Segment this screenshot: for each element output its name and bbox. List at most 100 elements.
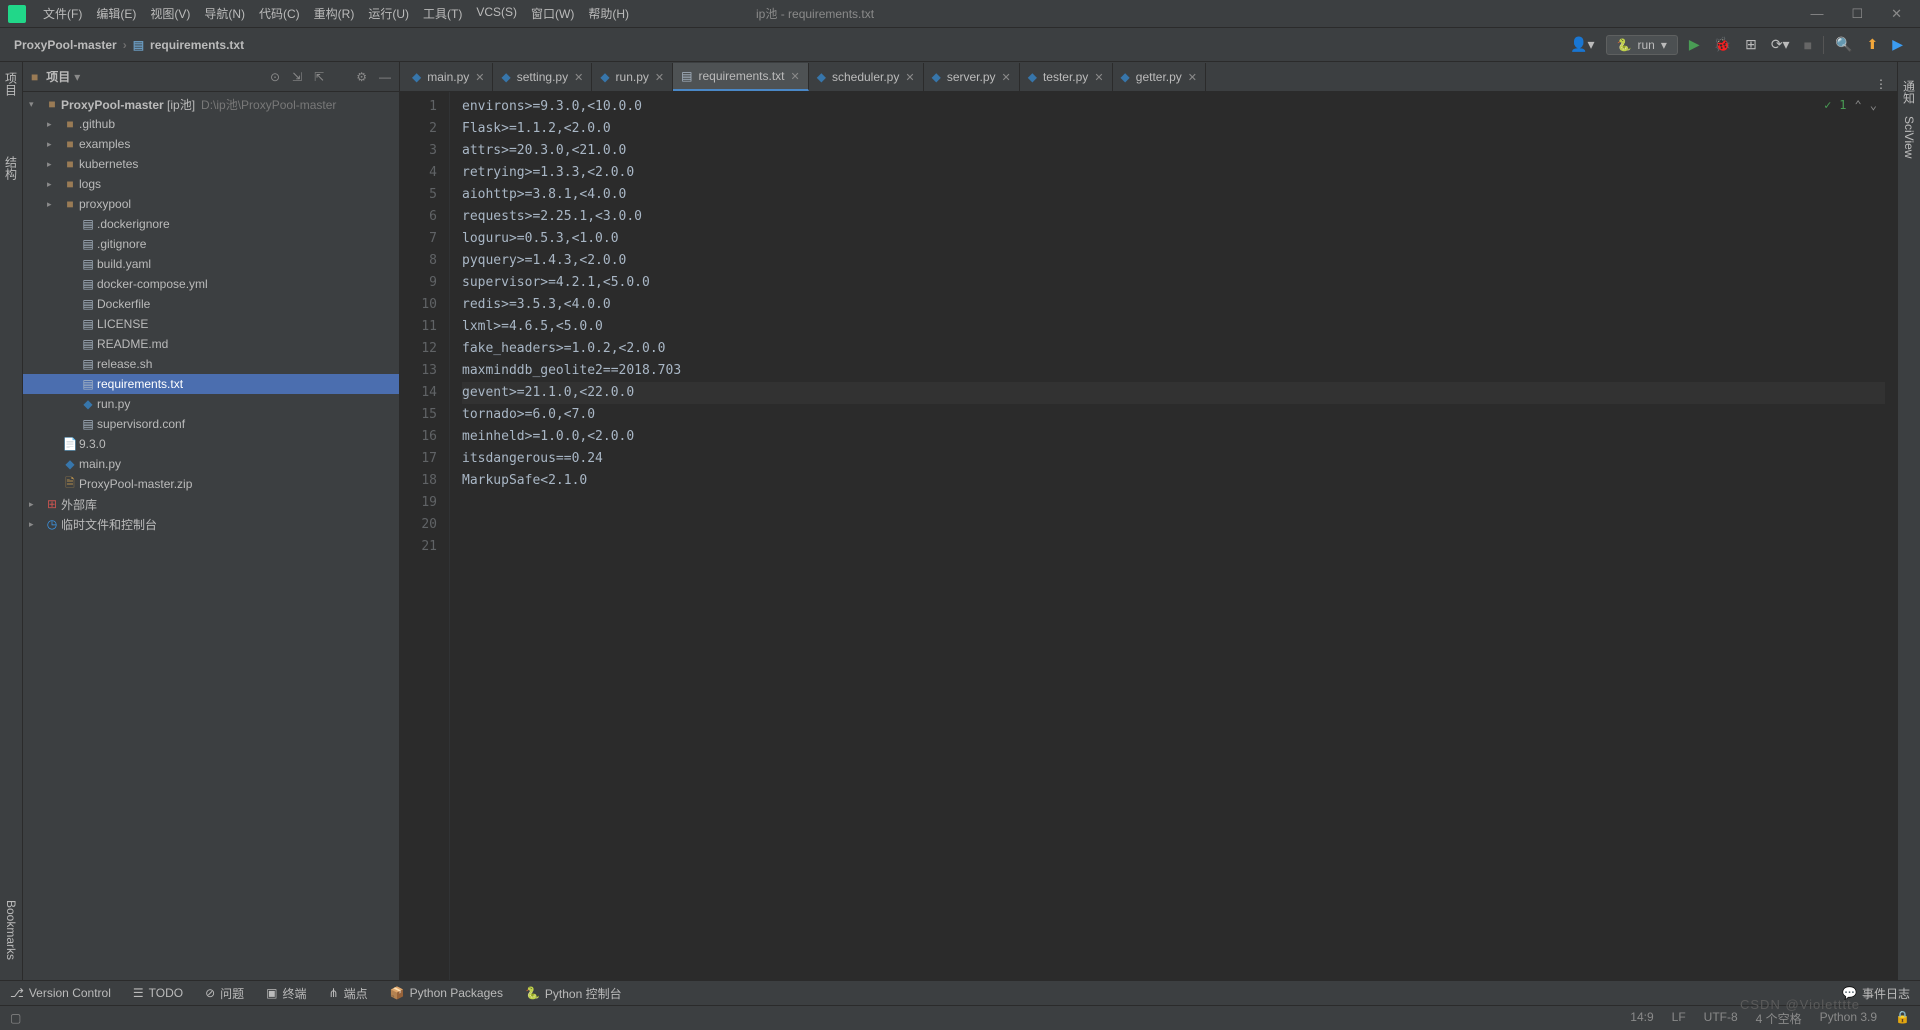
ide-scripting-icon[interactable]: ▶ (1889, 33, 1906, 56)
tree-row[interactable]: ▤README.md (23, 334, 399, 354)
hide-icon[interactable]: — (379, 70, 391, 84)
minimize-icon[interactable]: — (1810, 6, 1823, 22)
editor-tab[interactable]: ◆run.py✕ (592, 63, 673, 91)
check-icon: ✓ (1824, 98, 1831, 112)
editor-tab[interactable]: ◆tester.py✕ (1020, 63, 1113, 91)
close-tab-icon[interactable]: ✕ (1188, 71, 1197, 84)
bottom-tool-button[interactable]: 📦Python Packages (390, 985, 503, 1002)
locate-icon[interactable]: ⊙ (270, 70, 280, 84)
editor-tab[interactable]: ◆main.py✕ (404, 63, 493, 91)
code-content[interactable]: environs>=9.3.0,<10.0.0Flask>=1.1.2,<2.0… (450, 92, 1897, 980)
menu-item[interactable]: 帮助(H) (581, 5, 636, 22)
chevron-right-icon: › (123, 38, 127, 52)
stop-button[interactable]: ■ (1801, 34, 1815, 56)
search-icon[interactable]: 🔍 (1832, 33, 1855, 56)
tree-row[interactable]: ▸■logs (23, 174, 399, 194)
file-encoding[interactable]: UTF-8 (1704, 1010, 1738, 1027)
maximize-icon[interactable]: ☐ (1851, 6, 1863, 22)
breadcrumb-project[interactable]: ProxyPool-master (14, 38, 117, 52)
chevron-down-icon[interactable]: ▾ (74, 70, 80, 84)
close-tab-icon[interactable]: ✕ (574, 71, 583, 84)
close-icon[interactable]: ✕ (1891, 6, 1902, 22)
tree-row[interactable]: ▾■ProxyPool-master [ip池]D:\ip池\ProxyPool… (23, 94, 399, 114)
python-interpreter[interactable]: Python 3.9 (1820, 1010, 1877, 1027)
tree-row[interactable]: ▤release.sh (23, 354, 399, 374)
editor-tab[interactable]: ◆getter.py✕ (1113, 63, 1206, 91)
update-icon[interactable]: ⬆ (1863, 33, 1881, 56)
tree-row[interactable]: ▸■kubernetes (23, 154, 399, 174)
editor-tab[interactable]: ◆scheduler.py✕ (809, 63, 924, 91)
close-tab-icon[interactable]: ✕ (905, 71, 914, 84)
bottom-tool-button[interactable]: ⊘问题 (205, 985, 244, 1002)
editor-tab[interactable]: ◆server.py✕ (924, 63, 1020, 91)
close-tab-icon[interactable]: ✕ (791, 70, 800, 83)
tree-row[interactable]: ▤.dockerignore (23, 214, 399, 234)
tree-row[interactable]: ▤Dockerfile (23, 294, 399, 314)
debug-button[interactable]: 🐞 (1711, 33, 1734, 56)
indent-config[interactable]: 4 个空格 (1756, 1010, 1802, 1027)
bottom-tool-button[interactable]: ⋔端点 (329, 985, 368, 1002)
project-sidebar: ■ 项目 ▾ ⊙ ⇲ ⇱ ⚙ — ▾■ProxyPool-master [ip池… (23, 62, 400, 980)
menu-item[interactable]: 运行(U) (361, 5, 416, 22)
code-area[interactable]: 123456789101112131415161718192021 enviro… (400, 92, 1897, 980)
expand-all-icon[interactable]: ⇲ (292, 70, 302, 84)
editor-tab[interactable]: ▤requirements.txt✕ (673, 63, 809, 91)
notifications-tool-tab[interactable]: 通知 (1901, 80, 1918, 104)
chevron-down-icon[interactable]: ⌄ (1870, 98, 1877, 112)
line-separator[interactable]: LF (1672, 1010, 1686, 1027)
bottom-tool-button[interactable]: ▣终端 (266, 985, 306, 1002)
bookmarks-tool-tab[interactable]: Bookmarks (4, 900, 18, 960)
tree-row[interactable]: ▤supervisord.conf (23, 414, 399, 434)
breadcrumb-file[interactable]: requirements.txt (150, 38, 244, 52)
close-tab-icon[interactable]: ✕ (1002, 71, 1011, 84)
tree-row[interactable]: ▸◷临时文件和控制台 (23, 514, 399, 534)
menu-item[interactable]: 编辑(E) (89, 5, 143, 22)
run-config-selector[interactable]: 🐍 run ▾ (1606, 35, 1678, 55)
tree-row[interactable]: ▤LICENSE (23, 314, 399, 334)
structure-tool-tab[interactable]: 结构 (3, 156, 20, 180)
gear-icon[interactable]: ⚙ (356, 70, 367, 84)
inspection-widget[interactable]: ✓ 1 ⌃ ⌄ (1824, 98, 1877, 112)
profile-button[interactable]: ⟳▾ (1768, 33, 1793, 56)
breadcrumb[interactable]: ProxyPool-master › ▤ requirements.txt (14, 38, 244, 52)
menu-item[interactable]: 文件(F) (36, 5, 89, 22)
tree-row[interactable]: ▤.gitignore (23, 234, 399, 254)
bottom-tool-button[interactable]: ☰TODO (133, 985, 183, 1002)
tool-window-toggle-icon[interactable]: ▢ (10, 1011, 21, 1025)
menu-item[interactable]: 导航(N) (197, 5, 252, 22)
tree-row[interactable]: ▸■proxypool (23, 194, 399, 214)
user-icon[interactable]: 👤▾ (1567, 33, 1597, 56)
tree-row[interactable]: ▤requirements.txt (23, 374, 399, 394)
chevron-up-icon[interactable]: ⌃ (1855, 98, 1862, 112)
close-tab-icon[interactable]: ✕ (475, 71, 484, 84)
bottom-tool-button[interactable]: 🐍Python 控制台 (525, 985, 622, 1002)
cursor-position[interactable]: 14:9 (1630, 1010, 1653, 1027)
bottom-tool-button[interactable]: ⎇Version Control (10, 985, 111, 1002)
tabs-more-icon[interactable]: ⋮ (1865, 77, 1897, 91)
tree-row[interactable]: 📄9.3.0 (23, 434, 399, 454)
menu-item[interactable]: 工具(T) (416, 5, 469, 22)
tree-row[interactable]: ▤docker-compose.yml (23, 274, 399, 294)
tree-row[interactable]: ▸■.github (23, 114, 399, 134)
project-tool-tab[interactable]: 项目 (3, 72, 20, 96)
coverage-button[interactable]: ⊞ (1742, 33, 1760, 56)
tree-row[interactable]: ◆run.py (23, 394, 399, 414)
tree-row[interactable]: ▸■examples (23, 134, 399, 154)
project-tree[interactable]: ▾■ProxyPool-master [ip池]D:\ip池\ProxyPool… (23, 92, 399, 980)
run-button[interactable]: ▶ (1686, 33, 1703, 56)
lock-icon[interactable]: 🔒 (1895, 1010, 1910, 1027)
sciview-tool-tab[interactable]: SciView (1902, 116, 1916, 158)
close-tab-icon[interactable]: ✕ (1094, 71, 1103, 84)
menu-item[interactable]: VCS(S) (469, 5, 524, 22)
menu-item[interactable]: 重构(R) (307, 5, 362, 22)
tree-row[interactable]: 🗎ProxyPool-master.zip (23, 474, 399, 494)
editor-tab[interactable]: ◆setting.py✕ (493, 63, 592, 91)
close-tab-icon[interactable]: ✕ (655, 71, 664, 84)
menu-item[interactable]: 视图(V) (143, 5, 197, 22)
collapse-all-icon[interactable]: ⇱ (314, 70, 324, 84)
tree-row[interactable]: ▸⊞外部库 (23, 494, 399, 514)
menu-item[interactable]: 窗口(W) (524, 5, 581, 22)
tree-row[interactable]: ◆main.py (23, 454, 399, 474)
menu-item[interactable]: 代码(C) (252, 5, 307, 22)
tree-row[interactable]: ▤build.yaml (23, 254, 399, 274)
